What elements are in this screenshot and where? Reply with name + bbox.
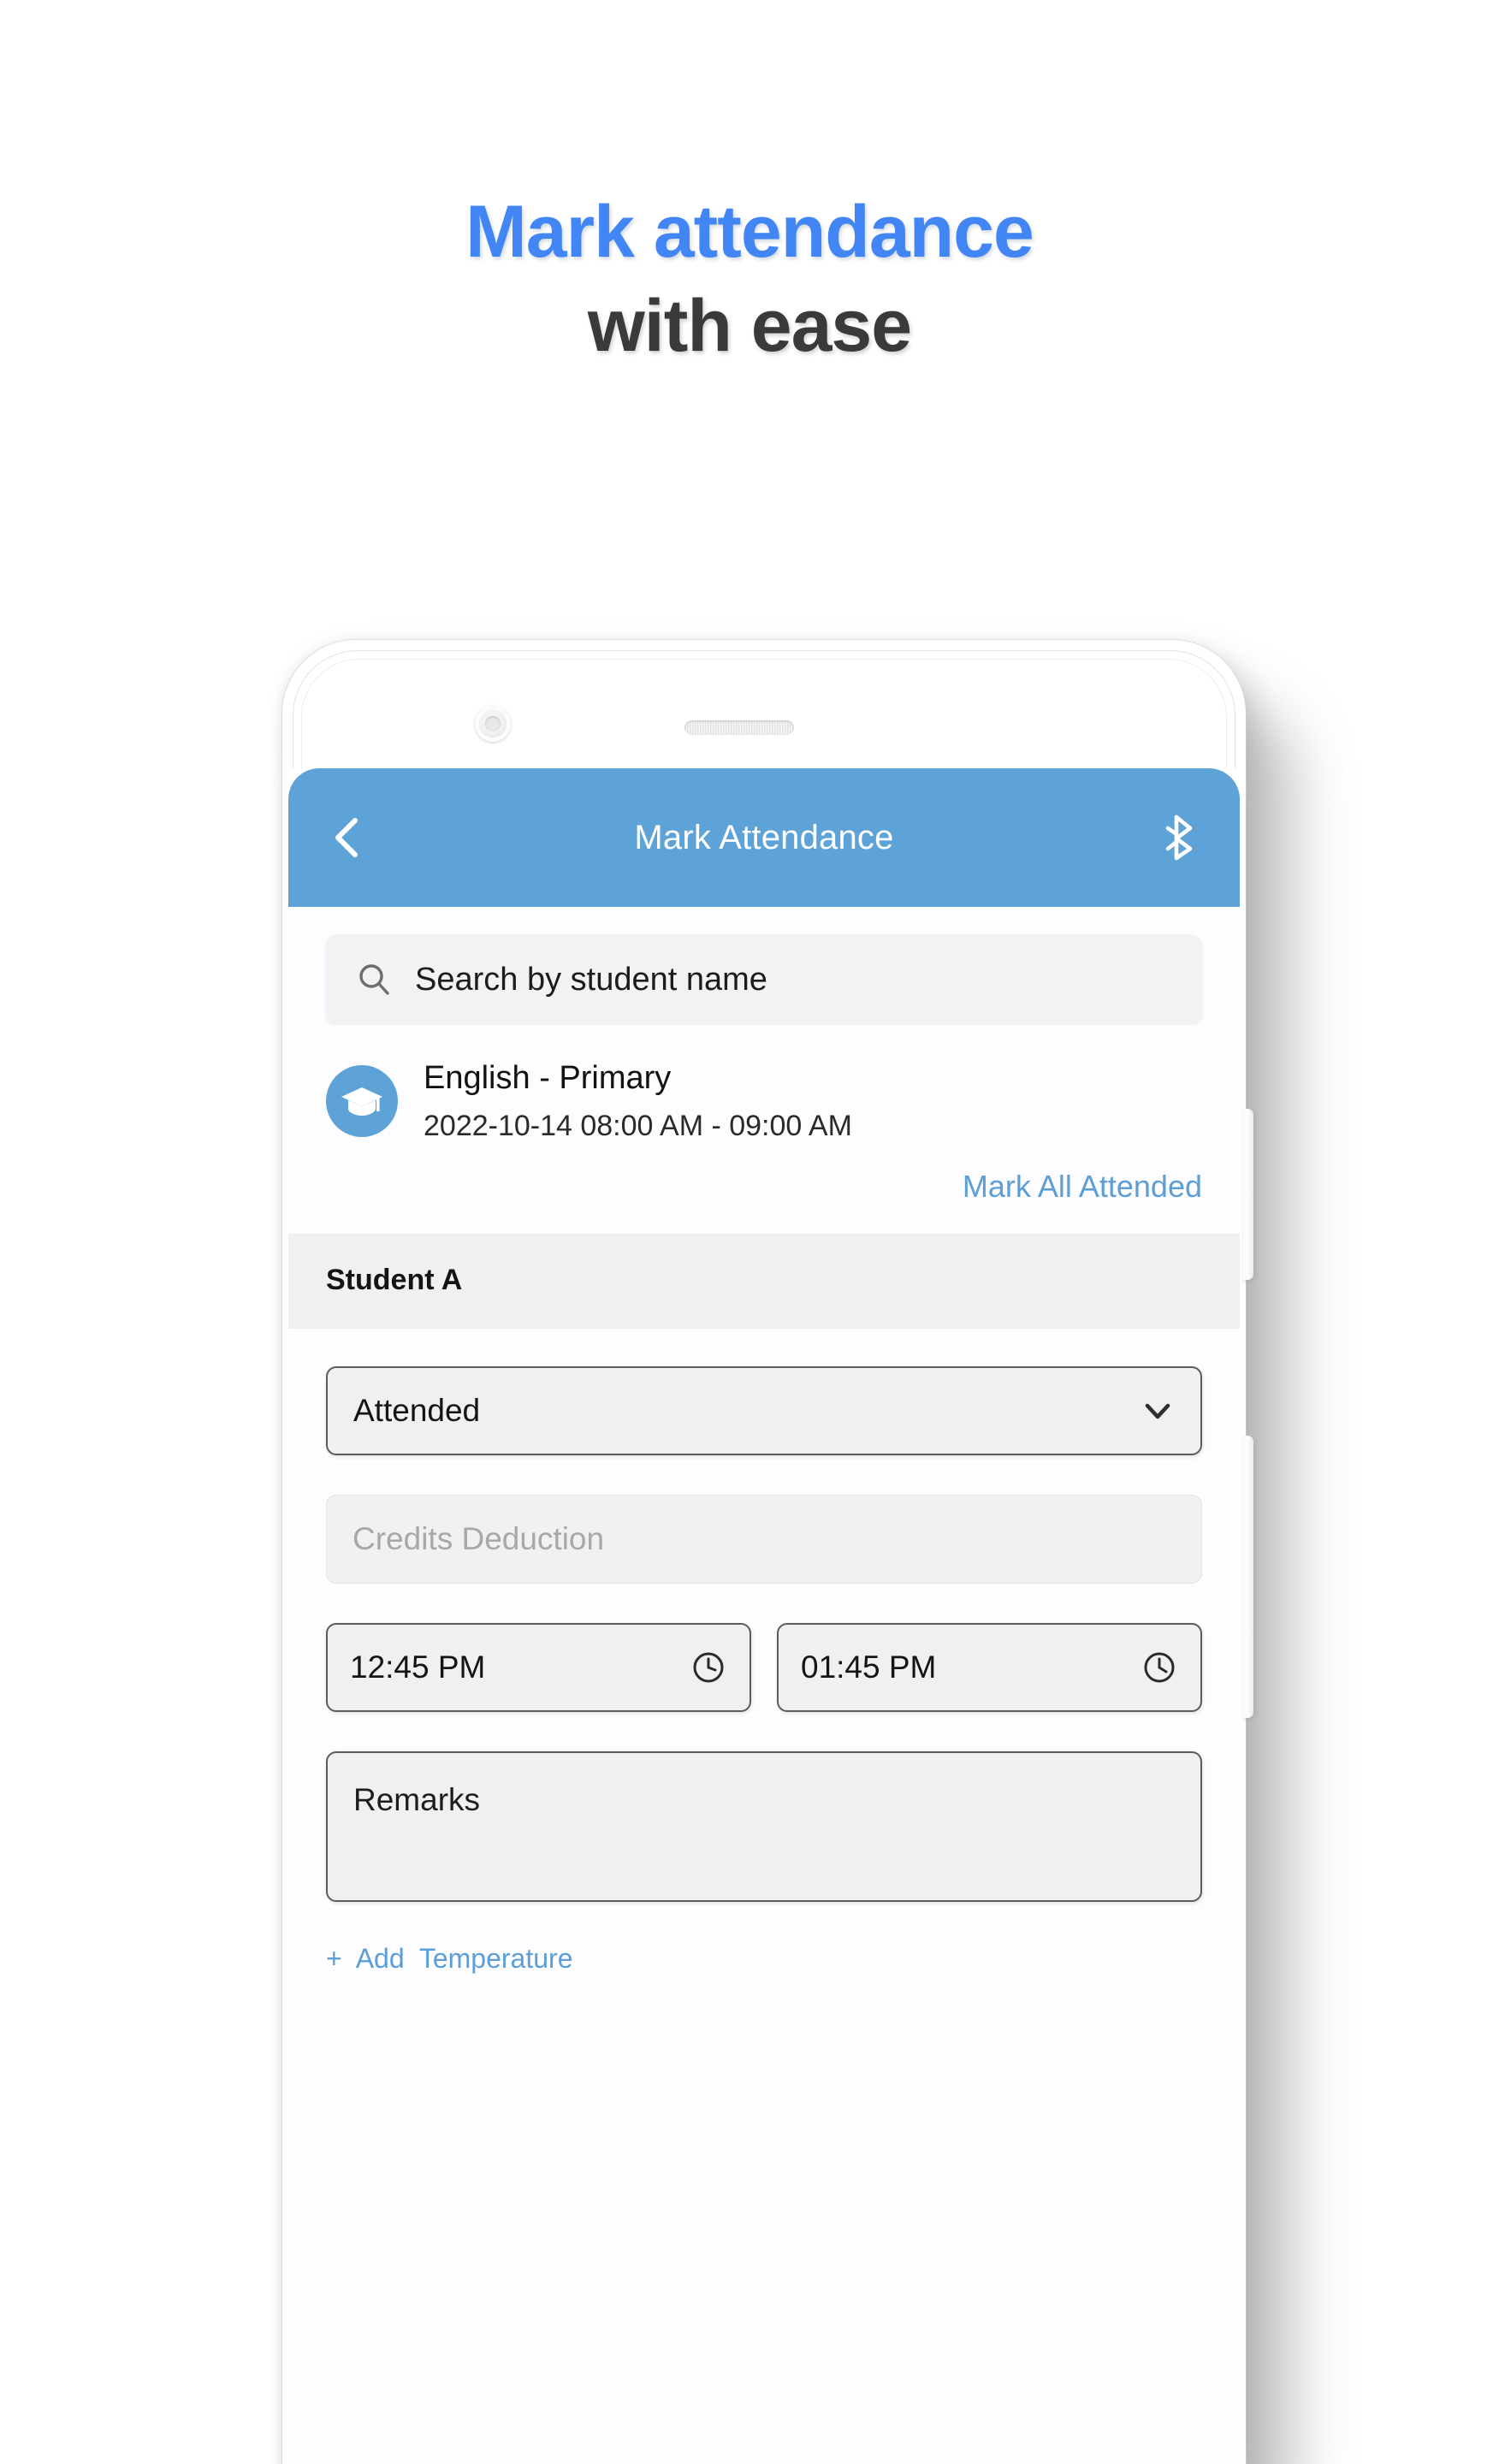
time-in-field[interactable]: 12:45 PM bbox=[326, 1623, 751, 1713]
mark-all-section: Mark All Attended bbox=[288, 1145, 1240, 1235]
attendance-form: Attended Credits Deduction 12:45 PM 01:4… bbox=[288, 1329, 1240, 2010]
bluetooth-button[interactable] bbox=[1156, 813, 1206, 862]
add-temperature-link[interactable]: + Add Temperature bbox=[326, 1943, 572, 1975]
front-camera-icon bbox=[475, 706, 511, 742]
time-fields-row: 12:45 PM 01:45 PM bbox=[326, 1623, 1202, 1713]
page-title: Mark Attendance bbox=[634, 818, 894, 856]
class-info-row[interactable]: English - Primary 2022-10-14 08:00 AM - … bbox=[288, 1025, 1240, 1146]
volume-rocker-button[interactable] bbox=[1242, 1109, 1253, 1280]
headline-line-1: Mark attendance bbox=[465, 191, 1034, 273]
search-section: Search by student name bbox=[288, 907, 1240, 1025]
app-bar: Mark Attendance bbox=[288, 768, 1240, 907]
time-out-field[interactable]: 01:45 PM bbox=[777, 1623, 1202, 1713]
power-button[interactable] bbox=[1242, 1436, 1253, 1718]
promo-screenshot: Mark attendance with ease Mark Attendanc… bbox=[0, 0, 1499, 2464]
search-icon bbox=[359, 964, 389, 995]
credits-deduction-placeholder: Credits Deduction bbox=[353, 1521, 605, 1557]
promo-headline: Mark attendance with ease bbox=[0, 195, 1499, 363]
earpiece-speaker-icon bbox=[684, 720, 794, 735]
class-schedule: 2022-10-14 08:00 AM - 09:00 AM bbox=[424, 1109, 852, 1142]
time-out-value: 01:45 PM bbox=[801, 1650, 937, 1685]
search-placeholder-text: Search by student name bbox=[415, 961, 767, 998]
remarks-textarea[interactable]: Remarks bbox=[326, 1751, 1202, 1903]
remarks-placeholder-text: Remarks bbox=[353, 1782, 481, 1818]
attendance-status-select[interactable]: Attended bbox=[326, 1366, 1202, 1456]
time-in-value: 12:45 PM bbox=[350, 1650, 486, 1685]
attendance-status-value: Attended bbox=[353, 1393, 481, 1429]
back-button[interactable] bbox=[323, 813, 372, 862]
class-name: English - Primary bbox=[424, 1060, 672, 1096]
headline-line-2: with ease bbox=[587, 285, 912, 367]
chevron-down-icon bbox=[1145, 1403, 1170, 1419]
bluetooth-icon bbox=[1165, 814, 1193, 861]
class-avatar bbox=[326, 1065, 398, 1138]
camera-lens-icon bbox=[485, 716, 501, 732]
student-header-row: Student A bbox=[288, 1234, 1240, 1330]
clock-icon bbox=[693, 1652, 724, 1683]
student-name: Student A bbox=[326, 1264, 463, 1297]
add-temperature-section: + Add Temperature bbox=[326, 1943, 1202, 2009]
credits-deduction-input[interactable]: Credits Deduction bbox=[326, 1495, 1202, 1584]
screen-content: Search by student name English - Primary… bbox=[288, 907, 1240, 2464]
clock-icon bbox=[1144, 1652, 1175, 1683]
graduation-cap-icon bbox=[341, 1087, 382, 1116]
mark-all-attended-link[interactable]: Mark All Attended bbox=[963, 1169, 1202, 1205]
chevron-left-icon bbox=[335, 818, 358, 857]
search-input[interactable]: Search by student name bbox=[326, 934, 1202, 1025]
phone-screen: Mark Attendance Search by student name E… bbox=[288, 768, 1240, 2464]
class-text-block: English - Primary 2022-10-14 08:00 AM - … bbox=[424, 1057, 852, 1145]
